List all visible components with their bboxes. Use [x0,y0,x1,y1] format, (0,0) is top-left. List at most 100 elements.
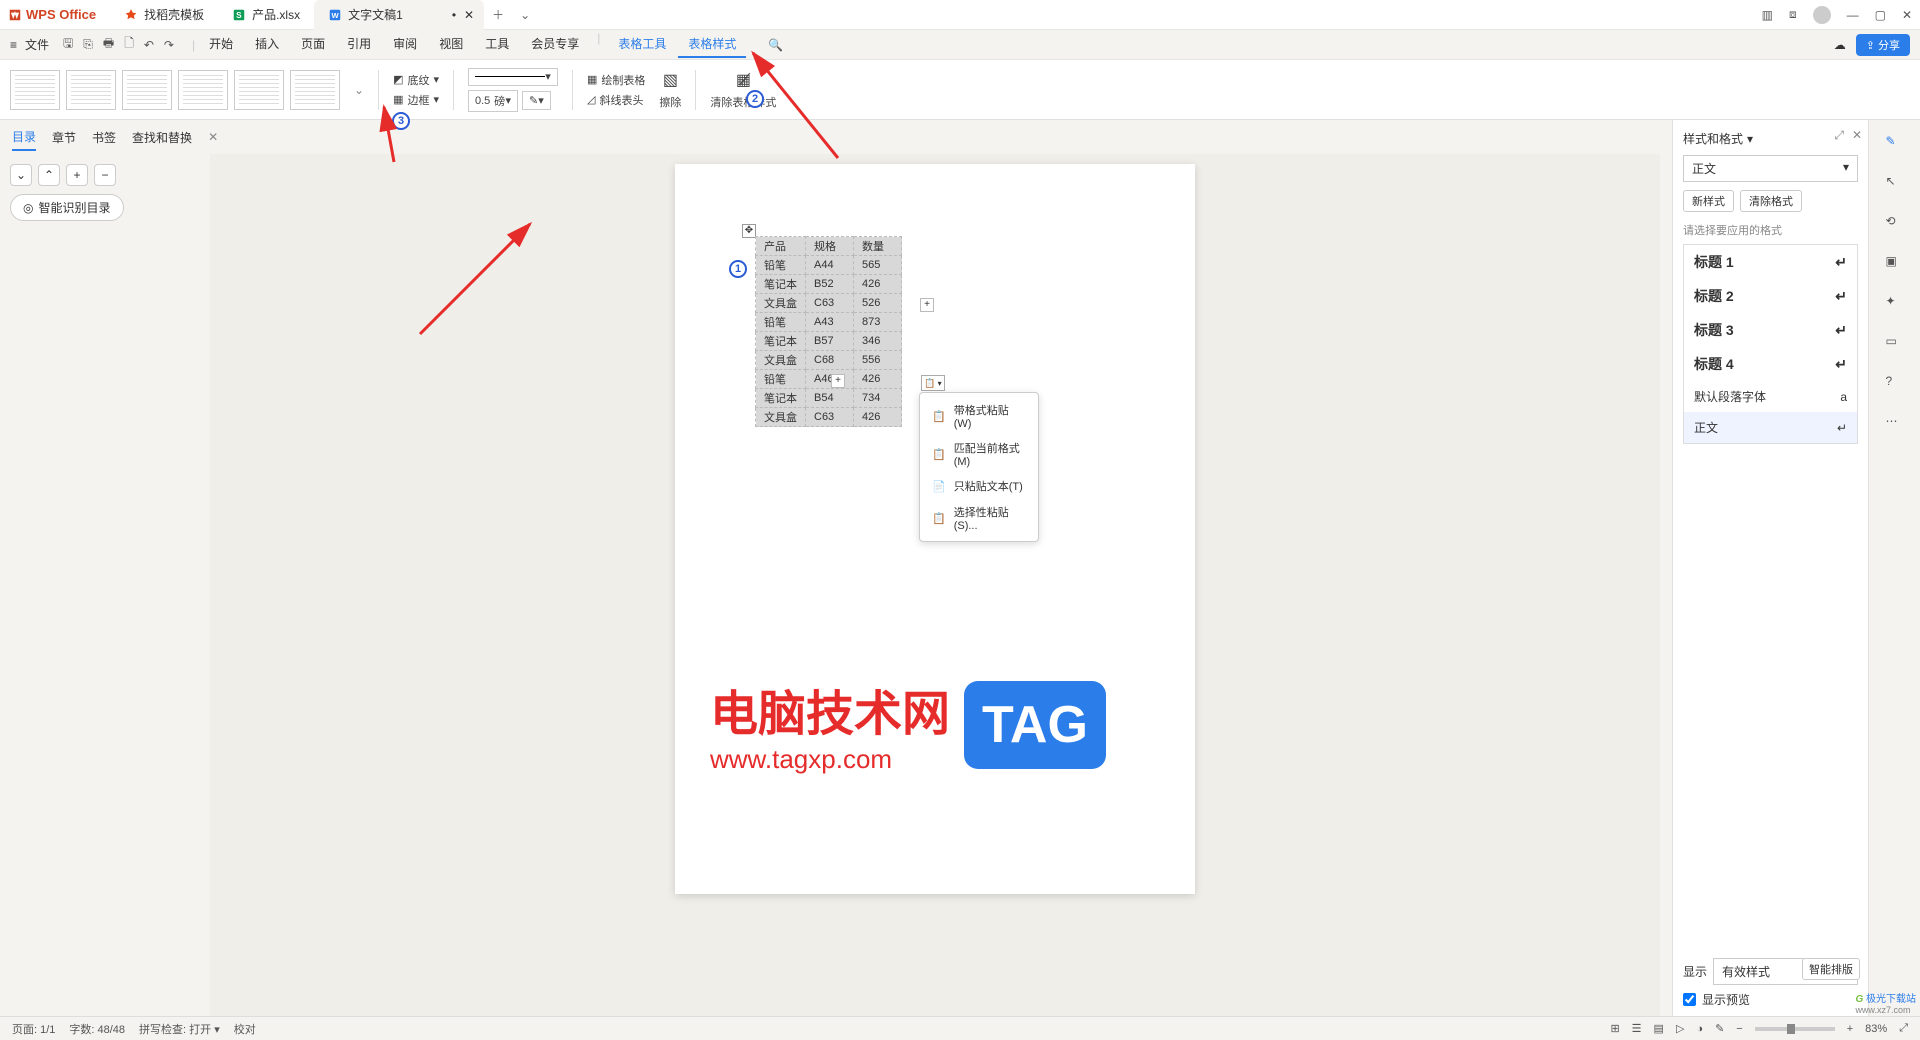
view-outline-icon[interactable]: ☰ [1632,1022,1642,1035]
menu-tools[interactable]: 工具 [475,31,519,58]
style-thumb[interactable] [10,70,60,110]
line-weight-dropdown[interactable]: 0.5 磅 ▾ [468,90,518,112]
menu-table-style[interactable]: 表格样式 [678,31,746,58]
style-item[interactable]: 标题 3↵ [1684,313,1857,347]
view-focus-icon[interactable]: ◑ [1696,1023,1703,1035]
export-icon[interactable]: ⎘ [83,37,93,52]
search-icon[interactable]: 🔍 [768,38,783,52]
avatar-icon[interactable] [1813,6,1831,24]
close-panel-icon[interactable]: ✕ [1852,128,1862,143]
preview-icon[interactable]: 🗋 [124,34,134,55]
select-icon[interactable]: ↖ [1886,174,1904,192]
style-thumb[interactable] [122,70,172,110]
proof-status[interactable]: 校对 [234,1021,256,1037]
current-style-dropdown[interactable]: 正文▾ [1683,155,1858,182]
view-read-icon[interactable]: ▷ [1676,1022,1684,1035]
menu-start[interactable]: 开始 [199,31,243,58]
style-item[interactable]: 标题 2↵ [1684,279,1857,313]
style-thumb[interactable] [234,70,284,110]
paste-text-only[interactable]: 📄只粘贴文本(T) [920,473,1038,499]
clear-format-button[interactable]: 清除格式 [1740,190,1802,212]
share-button[interactable]: ⇪ 分享 [1856,34,1910,56]
remove-button[interactable]: − [94,164,116,186]
nav-bookmark[interactable]: 书签 [92,125,116,150]
zoom-out-button[interactable]: − [1736,1023,1742,1035]
hamburger-icon[interactable]: ≡ [10,38,17,52]
minimize-icon[interactable]: — [1847,8,1859,22]
erase-icon[interactable]: ▧ [663,70,678,90]
paste-keep-format[interactable]: 📋带格式粘贴(W) [920,397,1038,435]
maximize-icon[interactable]: ▢ [1875,8,1886,22]
style-item[interactable]: 默认段落字体a [1684,381,1857,412]
table-add-col-button[interactable]: + [920,298,934,312]
gallery-more-icon[interactable]: ⌄ [354,83,364,97]
paste-special[interactable]: 📋选择性粘贴(S)... [920,499,1038,537]
style-thumb[interactable] [290,70,340,110]
menu-member[interactable]: 会员专享 [521,31,589,58]
pin-icon[interactable]: ⤢ [1834,128,1844,143]
table-style-gallery[interactable] [10,70,340,110]
style-item[interactable]: 正文↵ [1684,412,1857,443]
tab-list-button[interactable]: ⌄ [512,8,538,22]
close-window-icon[interactable]: ✕ [1902,8,1912,22]
menu-insert[interactable]: 插入 [245,31,289,58]
draw-table-button[interactable]: ▦绘制表格 [587,72,645,88]
media-icon[interactable]: ▣ [1886,254,1904,272]
style-thumb[interactable] [178,70,228,110]
menu-ref[interactable]: 引用 [337,31,381,58]
clear-style-button[interactable]: 清除表格样式 [710,94,776,110]
border-button[interactable]: ▦边框 ▾ [393,92,439,108]
word-count[interactable]: 字数: 48/48 [69,1021,125,1037]
clear-style-icon[interactable]: ▦̸ [736,70,751,90]
new-tab-button[interactable]: ＋ [484,6,512,23]
cloud-icon[interactable]: ☁ [1834,38,1846,52]
line-style-dropdown[interactable]: ▾ [468,68,558,86]
menu-table-tools[interactable]: 表格工具 [608,31,676,58]
menu-review[interactable]: 审阅 [383,31,427,58]
settings-icon[interactable]: ⟲ [1886,214,1904,232]
paste-options-button[interactable]: 📋▾ [921,375,945,391]
tab-sheet[interactable]: S 产品.xlsx [218,0,314,30]
menu-page[interactable]: 页面 [291,31,335,58]
undo-icon[interactable]: ↶ [144,38,154,52]
paste-match-format[interactable]: 📋匹配当前格式(M) [920,435,1038,473]
expand-icon[interactable]: ⤢ [1899,1022,1908,1035]
ai-icon[interactable]: ✦ [1886,294,1904,312]
redo-icon[interactable]: ↷ [164,38,174,52]
table-add-row-button[interactable]: + [831,374,845,388]
chevron-down-icon[interactable]: ▾ [1747,132,1753,146]
pen-tool-icon[interactable]: ✎ [1715,1022,1724,1035]
add-button[interactable]: + [66,164,88,186]
zoom-value[interactable]: 83% [1865,1023,1887,1035]
shading-button[interactable]: ◩底纹 ▾ [393,72,439,88]
new-style-button[interactable]: 新样式 [1683,190,1734,212]
spellcheck-status[interactable]: 拼写检查: 打开 ▾ [139,1021,220,1037]
layout-icon[interactable]: ▥ [1762,8,1773,22]
view-mode-icon[interactable]: ⊞ [1610,1022,1619,1035]
smart-layout-button[interactable]: 智能排版 [1802,958,1860,980]
move-up-button[interactable]: ⌃ [38,164,60,186]
tab-docer[interactable]: 找稻壳模板 [110,0,218,30]
more-icon[interactable]: ⋯ [1886,414,1904,432]
diagonal-button[interactable]: ◿斜线表头 [587,92,645,108]
zoom-slider[interactable] [1755,1027,1835,1031]
page-indicator[interactable]: 页面: 1/1 [12,1021,55,1037]
tab-writer[interactable]: W 文字文稿1 • ✕ [314,0,484,30]
table-move-handle-icon[interactable]: ✥ [742,224,756,238]
view-web-icon[interactable]: ▤ [1654,1022,1664,1035]
smart-toc-button[interactable]: ◎ 智能识别目录 [10,194,124,221]
nav-toc[interactable]: 目录 [12,124,36,151]
nav-chapter[interactable]: 章节 [52,125,76,150]
style-item[interactable]: 标题 1↵ [1684,245,1857,279]
style-item[interactable]: 标题 4↵ [1684,347,1857,381]
print-icon[interactable]: 🖶 [103,34,114,55]
zoom-in-button[interactable]: + [1847,1023,1853,1035]
data-table[interactable]: 产品规格数量 铅笔A44565 笔记本B52426 文具盒C63526 铅笔A4… [755,236,902,427]
save-icon[interactable]: 🖫 [63,34,73,55]
menu-view[interactable]: 视图 [429,31,473,58]
page-icon[interactable]: ▭ [1886,334,1904,352]
erase-button[interactable]: 擦除 [659,94,681,110]
file-menu[interactable]: 文件 [25,36,49,53]
preview-checkbox[interactable] [1683,993,1696,1006]
format-brush-icon[interactable]: ✎ [1886,134,1904,152]
